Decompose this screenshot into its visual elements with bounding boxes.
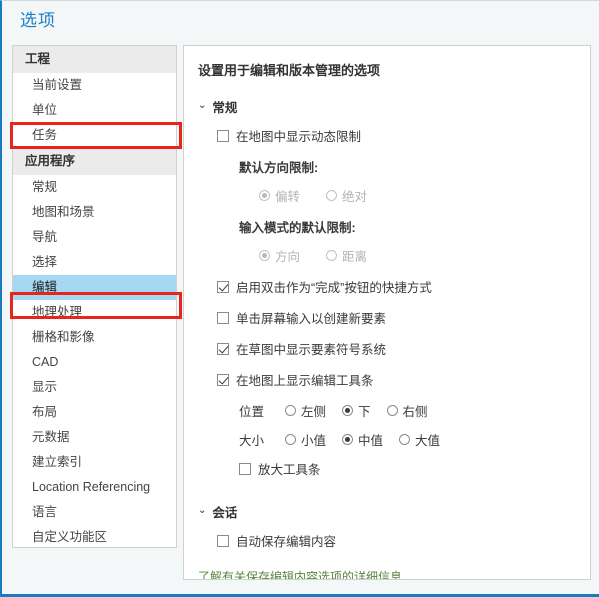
sidebar-item-current-settings[interactable]: 当前设置	[13, 73, 176, 98]
sidebar-item-location-referencing[interactable]: Location Referencing	[13, 475, 176, 500]
checkbox-row-show-edit-toolbar[interactable]: 在地图上显示编辑工具条	[217, 370, 576, 389]
options-dialog: 选项 工程 当前设置 单位 任务 应用程序 常规 地图和场景 导航 选择 编辑 …	[0, 0, 599, 597]
sidebar-item-display[interactable]: 显示	[13, 375, 176, 400]
settings-sidebar[interactable]: 工程 当前设置 单位 任务 应用程序 常规 地图和场景 导航 选择 编辑 地理处…	[12, 45, 177, 548]
radio-label-size-small: 小值	[301, 434, 327, 448]
radio-distance[interactable]	[326, 250, 338, 261]
radio-option-deflection[interactable]: 偏转	[259, 186, 300, 205]
radio-label-absolute: 绝对	[342, 190, 368, 204]
radio-option-size-large[interactable]: 大值	[399, 430, 440, 449]
radio-label-size-medium: 中值	[358, 434, 384, 448]
sidebar-item-editing[interactable]: 编辑	[13, 275, 176, 300]
sidebar-item-language[interactable]: 语言	[13, 500, 176, 525]
radio-group-direction[interactable]: 偏转 绝对	[259, 186, 576, 205]
dialog-body: 工程 当前设置 单位 任务 应用程序 常规 地图和场景 导航 选择 编辑 地理处…	[2, 34, 599, 590]
checkbox-label-show-dynamic-constraints: 在地图中显示动态限制	[236, 130, 362, 144]
panel-heading: 设置用于编辑和版本管理的选项	[198, 63, 381, 78]
label-toolbar-size: 大小	[239, 434, 265, 448]
checkbox-label-auto-save: 自动保存编辑内容	[236, 535, 337, 549]
radio-label-direction: 方向	[275, 250, 301, 264]
checkbox-row-auto-save[interactable]: 自动保存编辑内容	[217, 531, 576, 550]
section-title-general: 常规	[212, 101, 238, 115]
sidebar-item-indexing[interactable]: 建立索引	[13, 450, 176, 475]
checkbox-click-screen-create[interactable]	[217, 311, 229, 324]
sidebar-group-header-application: 应用程序	[13, 148, 176, 175]
checkbox-row-show-dynamic-constraints[interactable]: 在地图中显示动态限制	[217, 126, 576, 145]
sidebar-item-units[interactable]: 单位	[13, 98, 176, 123]
chevron-down-icon-session[interactable]: ⌄	[198, 505, 206, 516]
sidebar-item-customize-ribbon[interactable]: 自定义功能区	[13, 525, 176, 547]
radio-label-position-left: 左侧	[301, 405, 327, 419]
section-header-session[interactable]: ⌄ 会话	[198, 502, 576, 521]
checkbox-label-double-click-finish: 启用双击作为“完成”按钮的快捷方式	[236, 281, 432, 295]
radio-absolute[interactable]	[326, 190, 338, 201]
sidebar-item-metadata[interactable]: 元数据	[13, 425, 176, 450]
checkbox-label-show-symbology-sketch: 在草图中显示要素符号系统	[236, 343, 387, 357]
checkbox-magnify-toolbar[interactable]	[239, 462, 251, 475]
checkbox-auto-save[interactable]	[217, 534, 229, 547]
checkbox-show-edit-toolbar[interactable]	[217, 373, 229, 386]
radio-label-position-bottom: 下	[358, 405, 371, 419]
page-title: 选项	[20, 11, 56, 30]
sidebar-group-application: 应用程序 常规 地图和场景 导航 选择 编辑 地理处理 栅格和影像 CAD 显示…	[13, 148, 176, 547]
sidebar-item-selection[interactable]: 选择	[13, 250, 176, 275]
sidebar-item-geoprocessing[interactable]: 地理处理	[13, 300, 176, 325]
checkbox-show-dynamic-constraints[interactable]	[217, 129, 229, 142]
checkbox-label-click-screen-create: 单击屏幕输入以创建新要素	[236, 312, 387, 326]
radio-size-small[interactable]	[285, 434, 296, 445]
radio-position-left[interactable]	[285, 405, 296, 416]
sidebar-item-cad[interactable]: CAD	[13, 350, 176, 375]
checkbox-row-magnify-toolbar[interactable]: 放大工具条	[239, 459, 576, 478]
radio-size-large[interactable]	[399, 434, 411, 445]
checkbox-row-click-screen-create[interactable]: 单击屏幕输入以创建新要素	[217, 308, 576, 327]
radio-option-position-bottom[interactable]: 下	[342, 401, 371, 420]
radio-option-distance[interactable]: 距离	[326, 246, 367, 265]
sidebar-item-raster-and-imagery[interactable]: 栅格和影像	[13, 325, 176, 350]
radio-label-distance: 距离	[342, 250, 368, 264]
section-header-general[interactable]: ⌄ 常规	[198, 97, 576, 116]
checkbox-row-double-click-finish[interactable]: 启用双击作为“完成”按钮的快捷方式	[217, 277, 576, 296]
radio-option-position-right[interactable]: 右侧	[386, 401, 428, 420]
sidebar-group-header-project: 工程	[13, 46, 176, 73]
radio-position-bottom[interactable]	[342, 405, 354, 416]
checkbox-row-show-symbology-sketch[interactable]: 在草图中显示要素符号系统	[217, 339, 576, 358]
chevron-down-icon[interactable]: ⌄	[198, 100, 206, 111]
sidebar-group-project: 工程 当前设置 单位 任务	[13, 46, 176, 148]
radio-option-size-small[interactable]: 小值	[285, 430, 326, 449]
sidebar-item-navigation[interactable]: 导航	[13, 225, 176, 250]
sidebar-item-general[interactable]: 常规	[13, 175, 176, 200]
label-toolbar-position: 位置	[239, 405, 265, 419]
checkbox-label-magnify-toolbar: 放大工具条	[258, 463, 321, 477]
label-default-direction-constraint: 默认方向限制:	[239, 161, 319, 175]
radio-deflection[interactable]	[259, 190, 270, 201]
sidebar-item-tasks[interactable]: 任务	[13, 123, 176, 148]
section-title-session: 会话	[212, 506, 238, 520]
radio-group-toolbar-size[interactable]: 大小 小值 中值 大值	[239, 430, 576, 449]
radio-label-deflection: 偏转	[275, 190, 301, 204]
sidebar-item-layout[interactable]: 布局	[13, 400, 176, 425]
settings-content-panel: 设置用于编辑和版本管理的选项 ⌄ 常规 在地图中显示动态限制 默认方向限制: 偏…	[183, 45, 591, 580]
sidebar-item-map-and-scene[interactable]: 地图和场景	[13, 200, 176, 225]
radio-size-medium[interactable]	[342, 434, 354, 445]
radio-option-absolute[interactable]: 绝对	[326, 186, 367, 205]
checkbox-label-show-edit-toolbar: 在地图上显示编辑工具条	[236, 374, 374, 388]
section-body-session: 自动保存编辑内容	[198, 531, 576, 550]
radio-group-input-mode[interactable]: 方向 距离	[259, 246, 576, 265]
section-body-general: 在地图中显示动态限制 默认方向限制: 偏转 绝对 输入模式的默认限制: 方向 距…	[198, 126, 576, 478]
radio-label-position-right: 右侧	[402, 405, 428, 419]
checkbox-show-symbology-sketch[interactable]	[217, 342, 229, 355]
title-bar: 选项	[2, 1, 599, 33]
radio-group-toolbar-position[interactable]: 位置 左侧 下 右侧	[239, 401, 576, 420]
radio-direction[interactable]	[259, 250, 270, 261]
label-default-input-mode-constraint: 输入模式的默认限制:	[239, 221, 356, 235]
radio-option-direction[interactable]: 方向	[259, 246, 300, 265]
radio-option-size-medium[interactable]: 中值	[342, 430, 383, 449]
checkbox-double-click-finish[interactable]	[217, 280, 229, 293]
radio-label-size-large: 大值	[415, 434, 441, 448]
radio-option-position-left[interactable]: 左侧	[285, 401, 326, 420]
learn-more-link[interactable]: 了解有关保存编辑内容选项的详细信息	[198, 568, 576, 579]
radio-position-right[interactable]	[386, 405, 398, 416]
